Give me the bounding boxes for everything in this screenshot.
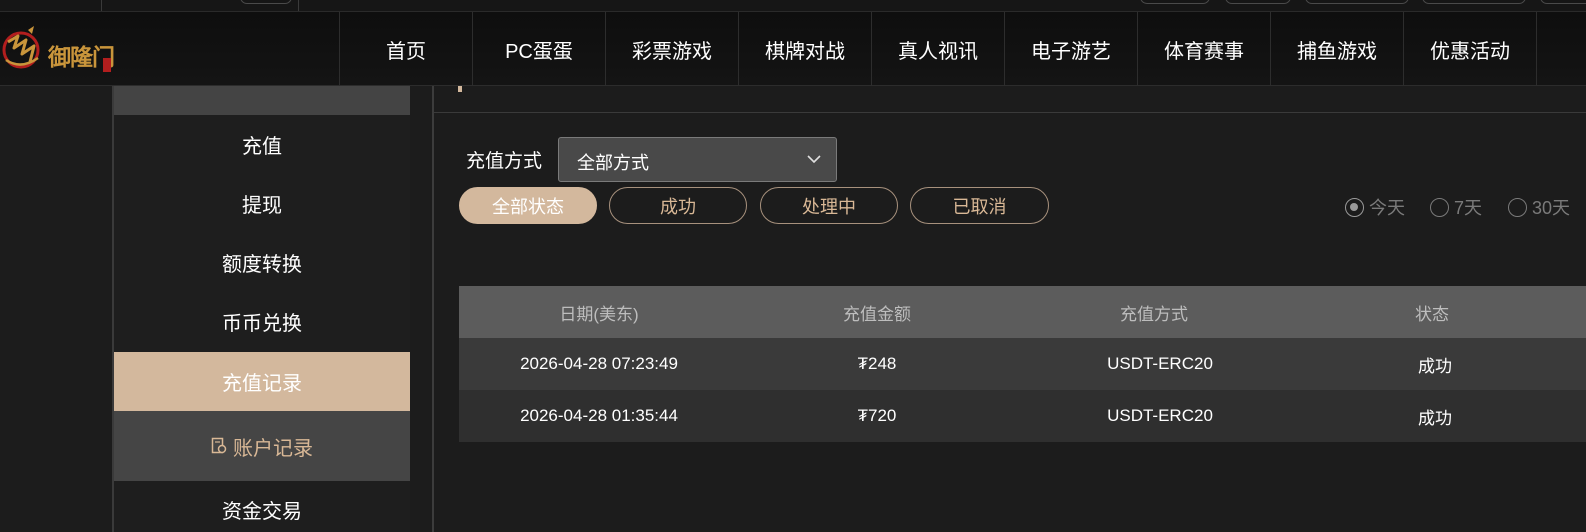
status-filter-cancelled[interactable]: 已取消: [910, 187, 1049, 224]
radio-selected-icon: [1345, 197, 1364, 217]
sidebar-item-exchange[interactable]: 币币兑换: [114, 292, 410, 351]
radio-icon: [1430, 197, 1449, 217]
date-range-today[interactable]: 今天: [1345, 194, 1405, 220]
cell-date: 2026-04-28 07:23:49: [520, 354, 678, 373]
table-row: 2026-04-28 07:23:49 ₮248 USDT-ERC20 成功: [459, 338, 1586, 390]
top-strip-button[interactable]: [240, 0, 292, 4]
date-range-label: 今天: [1369, 198, 1405, 218]
site-logo[interactable]: 御隆门: [0, 22, 120, 78]
sidebar: 充值 提现 额度转换 币币兑换 充值记录 账户记录 资金交易: [114, 86, 410, 532]
sidebar-section-account-records[interactable]: 账户记录: [114, 411, 410, 481]
sidebar-item-deposit-records[interactable]: 充值记录: [114, 352, 410, 411]
cell-amount: ₮720: [857, 406, 897, 425]
logo-seal-icon: [103, 58, 111, 72]
chevron-down-icon: [807, 155, 821, 164]
sidebar-item-fund-transactions[interactable]: 资金交易: [114, 481, 410, 532]
nav-fishing[interactable]: 捕鱼游戏: [1270, 12, 1403, 86]
cell-status: 成功: [1418, 408, 1452, 428]
top-strip-button[interactable]: [1422, 0, 1526, 4]
nav-sports[interactable]: 体育赛事: [1137, 12, 1270, 86]
nav-home[interactable]: 首页: [339, 12, 472, 86]
status-filter-processing[interactable]: 处理中: [760, 187, 898, 224]
dragon-emblem-icon: [2, 26, 40, 69]
date-range-30d[interactable]: 30天: [1508, 194, 1570, 220]
top-strip-divider: [298, 0, 299, 11]
method-label: 充值方式: [466, 151, 543, 172]
main-content: 充值方式 全部方式 全部状态 成功 处理中 已取消 今天 7天 30天 日期(美…: [434, 86, 1586, 532]
table-header: 日期(美东) 充值金额 充值方式 状态: [459, 286, 1586, 338]
status-filter-all[interactable]: 全部状态: [459, 187, 597, 224]
top-strip-button[interactable]: [1305, 0, 1409, 4]
nav-live-casino[interactable]: 真人视讯: [871, 12, 1004, 86]
sidebar-section-header[interactable]: [114, 86, 410, 115]
method-select-value: 全部方式: [577, 153, 649, 173]
date-range-7d[interactable]: 7天: [1430, 194, 1482, 220]
top-strip-button[interactable]: [1140, 0, 1210, 4]
section-title-marker: [458, 86, 462, 92]
nav-slots[interactable]: 电子游艺: [1004, 12, 1137, 86]
radio-icon: [1508, 197, 1527, 217]
deposit-records-table: 日期(美东) 充值金额 充值方式 状态 2026-04-28 07:23:49 …: [459, 286, 1586, 442]
nav-promotions[interactable]: 优惠活动: [1403, 12, 1536, 86]
method-select[interactable]: 全部方式: [558, 137, 837, 182]
col-status: 状态: [1415, 304, 1449, 324]
nav-more[interactable]: [1536, 12, 1586, 86]
top-strip: [0, 0, 1586, 12]
nav-pc-egg[interactable]: PC蛋蛋: [472, 12, 605, 86]
top-strip-button[interactable]: [1540, 0, 1586, 4]
top-strip-divider: [101, 0, 102, 11]
main-nav: 首页 PC蛋蛋 彩票游戏 棋牌对战 真人视讯 电子游艺 体育赛事 捕鱼游戏 优惠…: [339, 12, 1586, 86]
cell-status: 成功: [1418, 356, 1452, 376]
main-header: 御隆门 首页 PC蛋蛋 彩票游戏 棋牌对战 真人视讯 电子游艺 体育赛事 捕鱼游…: [0, 12, 1586, 86]
date-range-label: 30天: [1532, 198, 1571, 218]
section-title-rule: [434, 112, 1586, 113]
cell-method: USDT-ERC20: [1107, 406, 1213, 425]
top-strip-button[interactable]: [1225, 0, 1291, 4]
nav-chess[interactable]: 棋牌对战: [738, 12, 871, 86]
date-range-label: 7天: [1454, 198, 1483, 218]
sidebar-item-withdraw[interactable]: 提现: [114, 174, 410, 233]
col-amount: 充值金额: [843, 304, 911, 324]
cell-amount: ₮248: [857, 354, 897, 373]
nav-lottery[interactable]: 彩票游戏: [605, 12, 738, 86]
records-icon: [211, 437, 227, 454]
sidebar-item-deposit[interactable]: 充值: [114, 115, 410, 174]
cell-date: 2026-04-28 01:35:44: [520, 406, 678, 425]
status-filter-success[interactable]: 成功: [609, 187, 747, 224]
cell-method: USDT-ERC20: [1107, 354, 1213, 373]
col-date: 日期(美东): [559, 304, 639, 324]
sidebar-item-transfer[interactable]: 额度转换: [114, 233, 410, 292]
table-row: 2026-04-28 01:35:44 ₮720 USDT-ERC20 成功: [459, 390, 1586, 442]
sidebar-section-label: 账户记录: [233, 437, 313, 460]
col-method: 充值方式: [1120, 304, 1188, 324]
